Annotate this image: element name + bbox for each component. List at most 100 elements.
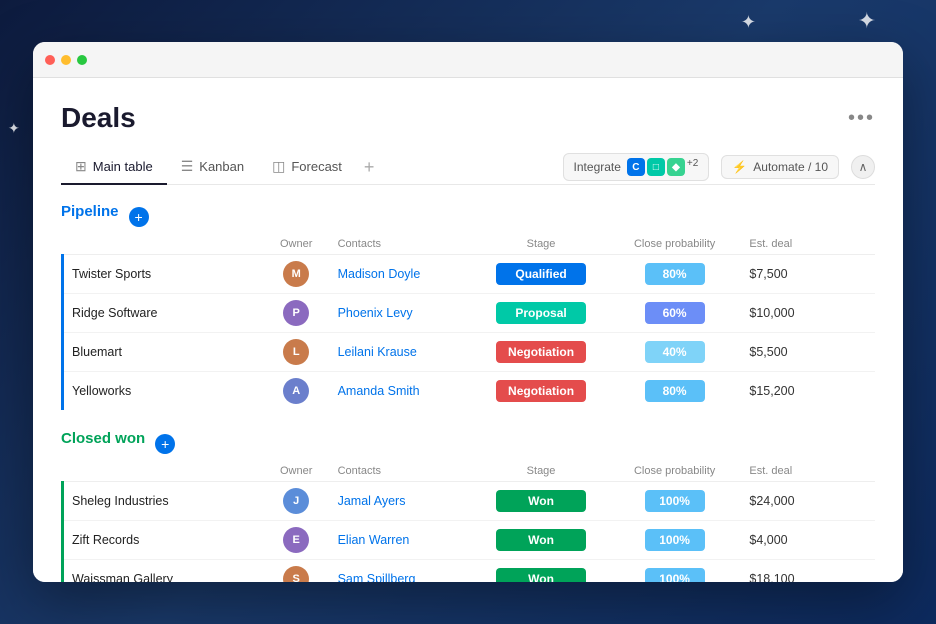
contact-link[interactable]: Leilani Krause [338, 345, 417, 359]
row-actions-cell [842, 482, 875, 521]
deal-name: Ridge Software [72, 306, 157, 320]
pipeline-table: Owner Contacts Stage Close probability E… [61, 234, 875, 410]
closed-won-table: Owner Contacts Stage Close probability E… [61, 461, 875, 582]
app-window: Deals ••• ⊞ Main table ☰ Kanban ◫ Foreca… [33, 42, 903, 582]
row-actions-cell [842, 372, 875, 411]
probability-badge: 80% [645, 380, 705, 402]
closed-won-section: Closed won + Owner Contacts Stage Close … [61, 430, 875, 582]
probability-cell: 40% [608, 333, 742, 372]
est-deal-cell: $7,500 [741, 255, 841, 294]
probability-badge: 60% [645, 302, 705, 324]
row-actions-cell [842, 560, 875, 583]
owner-cell: P [263, 294, 330, 333]
est-deal-value: $4,000 [749, 533, 787, 547]
owner-cell: A [263, 372, 330, 411]
more-options-button[interactable]: ••• [848, 107, 875, 130]
contact-cell: Sam Spillberg [330, 560, 475, 583]
contact-link[interactable]: Amanda Smith [338, 384, 420, 398]
col-stage-header: Stage [474, 234, 608, 255]
deal-name: Yelloworks [72, 384, 131, 398]
probability-badge: 100% [645, 490, 705, 512]
est-deal-value: $18,100 [749, 572, 794, 582]
closed-won-add-button[interactable]: + [155, 434, 175, 454]
contact-cell: Phoenix Levy [330, 294, 475, 333]
table-row: Waissman Gallery S Sam Spillberg Won 100… [63, 560, 876, 583]
deal-name-cell: Sheleg Industries [63, 482, 263, 521]
contact-cell: Amanda Smith [330, 372, 475, 411]
table-row: Twister Sports M Madison Doyle Qualified… [63, 255, 876, 294]
probability-cell: 80% [608, 255, 742, 294]
automate-button[interactable]: ⚡ Automate / 10 [721, 155, 839, 179]
collapse-button[interactable]: ∧ [851, 155, 875, 179]
minimize-button[interactable] [61, 55, 71, 65]
stage-cell: Won [474, 560, 608, 583]
contact-link[interactable]: Phoenix Levy [338, 306, 413, 320]
cw-col-est-header: Est. deal [741, 461, 841, 482]
star-decoration-3: ✦ [8, 120, 20, 137]
row-actions-cell [842, 255, 875, 294]
probability-cell: 80% [608, 372, 742, 411]
probability-badge: 100% [645, 568, 705, 582]
contact-link[interactable]: Sam Spillberg [338, 572, 416, 582]
avatar: A [283, 378, 309, 404]
add-tab-button[interactable]: + [356, 153, 383, 182]
integrate-label: Integrate [574, 160, 621, 174]
col-prob-header: Close probability [608, 234, 742, 255]
close-button[interactable] [45, 55, 55, 65]
row-actions-cell [842, 294, 875, 333]
deal-name: Bluemart [72, 345, 122, 359]
tab-bar: ⊞ Main table ☰ Kanban ◫ Forecast + Integ… [61, 150, 875, 185]
window-controls [45, 55, 87, 65]
est-deal-value: $7,500 [749, 267, 787, 281]
stage-cell: Qualified [474, 255, 608, 294]
owner-cell: S [263, 560, 330, 583]
forecast-icon: ◫ [272, 158, 285, 175]
page-header: Deals ••• [61, 102, 875, 134]
maximize-button[interactable] [77, 55, 87, 65]
stage-badge: Negotiation [496, 341, 586, 363]
closed-won-title: Closed won [61, 430, 145, 447]
table-row: Sheleg Industries J Jamal Ayers Won 100%… [63, 482, 876, 521]
contact-link[interactable]: Elian Warren [338, 533, 410, 547]
table-row: Bluemart L Leilani Krause Negotiation 40… [63, 333, 876, 372]
stage-cell: Negotiation [474, 372, 608, 411]
col-name-header [63, 234, 263, 255]
est-deal-value: $10,000 [749, 306, 794, 320]
probability-cell: 60% [608, 294, 742, 333]
closed-won-table-body: Sheleg Industries J Jamal Ayers Won 100%… [63, 482, 876, 583]
star-decoration-2: ✦ [858, 8, 876, 34]
grid-icon: ⊞ [75, 158, 87, 175]
kanban-icon: ☰ [181, 158, 194, 175]
tab-forecast[interactable]: ◫ Forecast [258, 150, 356, 185]
closed-won-header-row: Closed won + [61, 430, 875, 457]
contact-cell: Jamal Ayers [330, 482, 475, 521]
stage-badge: Won [496, 568, 586, 582]
deal-name: Zift Records [72, 533, 139, 547]
stage-cell: Negotiation [474, 333, 608, 372]
probability-cell: 100% [608, 482, 742, 521]
integrate-plus: +2 [687, 158, 698, 176]
integrate-button[interactable]: Integrate C □ ◆ +2 [563, 153, 710, 181]
deal-name: Twister Sports [72, 267, 151, 281]
est-deal-cell: $15,200 [741, 372, 841, 411]
deal-name-cell: Twister Sports [63, 255, 263, 294]
contact-cell: Leilani Krause [330, 333, 475, 372]
stage-badge: Negotiation [496, 380, 586, 402]
owner-cell: J [263, 482, 330, 521]
pipeline-section: Pipeline + Owner Contacts Stage Close pr… [61, 203, 875, 410]
integrate-icons: C □ ◆ +2 [627, 158, 698, 176]
pipeline-add-button[interactable]: + [129, 207, 149, 227]
probability-badge: 100% [645, 529, 705, 551]
stage-badge: Qualified [496, 263, 586, 285]
contact-link[interactable]: Jamal Ayers [338, 494, 406, 508]
stage-badge: Won [496, 490, 586, 512]
tab-main-table[interactable]: ⊞ Main table [61, 150, 167, 185]
owner-cell: L [263, 333, 330, 372]
est-deal-cell: $10,000 [741, 294, 841, 333]
contact-link[interactable]: Madison Doyle [338, 267, 421, 281]
row-actions-cell [842, 333, 875, 372]
probability-badge: 80% [645, 263, 705, 285]
est-deal-cell: $5,500 [741, 333, 841, 372]
col-est-header: Est. deal [741, 234, 841, 255]
tab-kanban[interactable]: ☰ Kanban [167, 150, 258, 185]
